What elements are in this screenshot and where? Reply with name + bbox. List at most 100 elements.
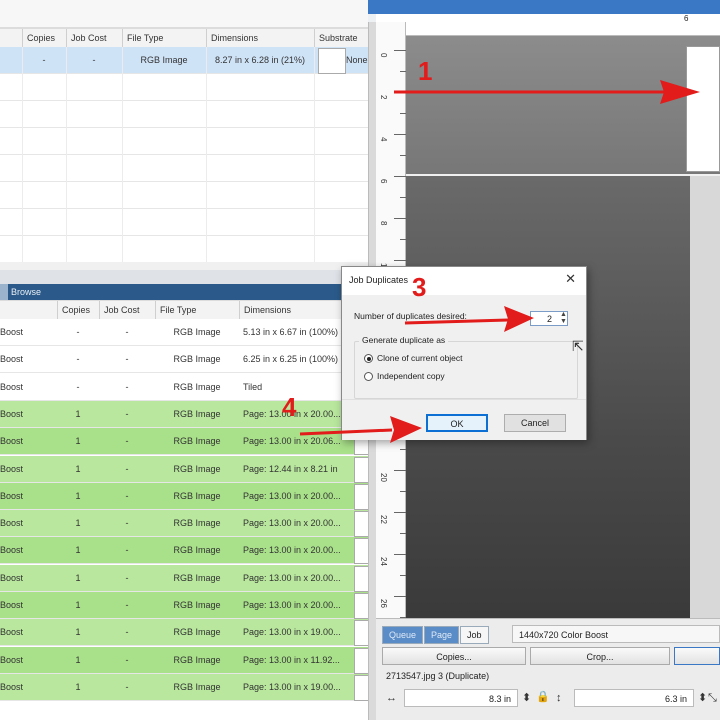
cell-name: Boost: [0, 381, 24, 392]
cell-name: Boost: [0, 327, 24, 337]
collapsed-tab[interactable]: [0, 284, 8, 300]
ruler-label: 22: [379, 515, 388, 524]
ruler-label: 6: [379, 179, 388, 184]
resize-icon[interactable]: ⤡: [708, 691, 717, 705]
table-row[interactable]: Boost 1- RGB Image Page: 13.00 in x 20.00..…: [0, 400, 368, 428]
column-header-copies[interactable]: Copies: [22, 29, 66, 48]
empty-row: [0, 155, 368, 182]
spinner-icon[interactable]: ⬍: [522, 691, 531, 705]
radio-independent[interactable]: [364, 372, 373, 381]
table-row[interactable]: Boost 1- RGB Image Page: 13.00 in x 20.00..…: [0, 482, 368, 510]
job-duplicates-dialog: Job Duplicates ✕ Number of duplicates de…: [341, 266, 587, 440]
cell-file-type: RGB Image: [173, 545, 221, 556]
spinner-icon[interactable]: ▲ ▼: [560, 311, 570, 325]
substrate-swatch: [354, 565, 368, 592]
cell-file-type: RGB Image: [173, 572, 221, 583]
table-row[interactable]: Boost 1 - RGB Image Page: 13.00 in x 11.92..…: [0, 646, 368, 674]
cell-name: Boost: [0, 681, 24, 692]
column-header-job-cost[interactable]: Job Cost: [66, 29, 122, 48]
column-header-job-cost[interactable]: Job Cost: [99, 301, 155, 320]
table-row[interactable]: Boost - - RGB Image Tiled: [0, 373, 368, 401]
empty-row: [0, 74, 368, 101]
table-row[interactable]: Boost 1 - RGB Image Page: 13.00 in x 20.06..…: [0, 428, 368, 456]
width-icon: ↔: [386, 692, 397, 704]
cell-file-type: RGB Image: [173, 381, 221, 392]
tab-queue[interactable]: Queue: [382, 626, 424, 644]
table-row[interactable]: Boost - - RGB Image 5.13 in x 6.67 in (100%): [0, 319, 368, 346]
empty-row: [0, 101, 368, 128]
cell-job-cost: -: [125, 654, 129, 665]
cell-copies: 1: [75, 436, 81, 447]
close-icon[interactable]: ✕: [565, 271, 576, 287]
spinner-icon[interactable]: ⬍: [698, 691, 707, 705]
lock-icon[interactable]: 🔒: [536, 690, 550, 704]
column-header-file-type[interactable]: File Type: [155, 301, 239, 320]
cell-name: Boost: [0, 600, 24, 610]
ruler-label: 0: [379, 53, 388, 58]
cell-copies: 1: [75, 490, 81, 501]
table-row[interactable]: Boost 1 - RGB Image Page: 13.00 in x 19.00..…: [0, 619, 368, 647]
cell-dimensions: 8.27 in x 6.28 in (21%): [214, 55, 306, 65]
cell-copies: 1: [75, 654, 81, 665]
table-row[interactable]: Boost - - RGB Image 6.25 in x 6.25 in (100%): [0, 346, 368, 374]
radio-clone[interactable]: [364, 354, 373, 363]
cell-job-cost: -: [125, 408, 129, 419]
cell-file-type: RGB Image: [173, 600, 221, 610]
job-list-top-table: Copies Job Cost File Type Dimensions Sub…: [0, 0, 368, 262]
extra-button[interactable]: [674, 647, 720, 665]
cell-job-cost: -: [125, 327, 129, 337]
radio-label-clone[interactable]: Clone of current object: [377, 353, 463, 363]
width-field[interactable]: 8.3 in: [404, 689, 518, 707]
table-row[interactable]: Boost 1- RGB Image Page: 13.00 in x 20.00..…: [0, 510, 368, 538]
panel-splitter[interactable]: [0, 270, 368, 284]
media-sheet-preview[interactable]: [686, 46, 720, 172]
cell-copies: 1: [75, 627, 81, 638]
cell-file-type: RGB Image: [173, 654, 221, 665]
cell-name: Boost: [0, 436, 24, 447]
height-field[interactable]: 6.3 in: [574, 689, 694, 707]
cell-name: Boost: [0, 463, 24, 474]
cell-name: Boost: [0, 572, 24, 583]
table-row[interactable]: Boost 1- RGB Image Page: 13.00 in x 20.00..…: [0, 537, 368, 565]
top-table-header: Copies Job Cost File Type Dimensions Sub…: [0, 28, 368, 49]
cell-name: Boost: [0, 408, 24, 419]
column-header-substrate[interactable]: Substrate: [314, 29, 368, 48]
cell-file-type: RGB Image: [140, 55, 188, 65]
column-header-dimensions[interactable]: Dimensions: [206, 29, 314, 48]
cancel-button[interactable]: Cancel: [504, 414, 566, 432]
ruler-label: 6: [684, 14, 689, 23]
cell-file-type: RGB Image: [173, 518, 221, 529]
cell-copies: 1: [75, 600, 81, 610]
table-row[interactable]: Boost 1 - RGB Image Page: 13.00 in x 19.00..…: [0, 673, 368, 701]
cell-file-type: RGB Image: [173, 463, 221, 474]
duplicates-label: Number of duplicates desired:: [354, 311, 467, 321]
dialog-body: Number of duplicates desired: 2 ▲ ▼ Gener…: [342, 295, 586, 399]
column-header-file-type[interactable]: File Type: [122, 29, 206, 48]
table-row[interactable]: - - RGB Image 8.27 in x 6.28 in (21%) No…: [0, 47, 368, 74]
copies-button[interactable]: Copies...: [382, 647, 526, 665]
table-row[interactable]: Boost 1 - RGB Image Page: 12.44 in x 8.21 in: [0, 455, 368, 483]
tab-job[interactable]: Job: [460, 626, 489, 644]
grid-line: [122, 47, 123, 262]
crop-button[interactable]: Crop...: [530, 647, 670, 665]
preview-canvas-top[interactable]: [406, 36, 720, 174]
radio-label-independent[interactable]: Independent copy: [377, 371, 445, 381]
ruler-tick: [394, 596, 406, 597]
job-name: 2713547.jpg 3 (Duplicate): [386, 671, 490, 681]
browse-tab[interactable]: Browse: [11, 284, 41, 300]
cell-job-cost: -: [125, 354, 129, 365]
table-row[interactable]: Boost 1- RGB Image Page: 13.00 in x 20.00..…: [0, 592, 368, 619]
ruler-tick: [394, 92, 406, 93]
empty-row: [0, 182, 368, 209]
cell-job-cost: -: [125, 627, 129, 638]
cell-dimensions: Page: 13.00 in x 11.92...: [243, 654, 340, 665]
column-header-copies[interactable]: Copies: [57, 301, 99, 320]
dialog-title: Job Duplicates: [349, 275, 409, 285]
tab-page[interactable]: Page: [424, 626, 460, 644]
horizontal-ruler: 6: [376, 14, 720, 36]
grid-line: [206, 47, 207, 262]
table-row[interactable]: Boost 1- RGB Image Page: 13.00 in x 20.00..…: [0, 564, 368, 592]
group-label: Generate duplicate as: [359, 335, 449, 345]
cell-dimensions: Page: 13.00 in x 20.00...: [243, 490, 341, 501]
ok-button[interactable]: OK: [426, 414, 488, 432]
